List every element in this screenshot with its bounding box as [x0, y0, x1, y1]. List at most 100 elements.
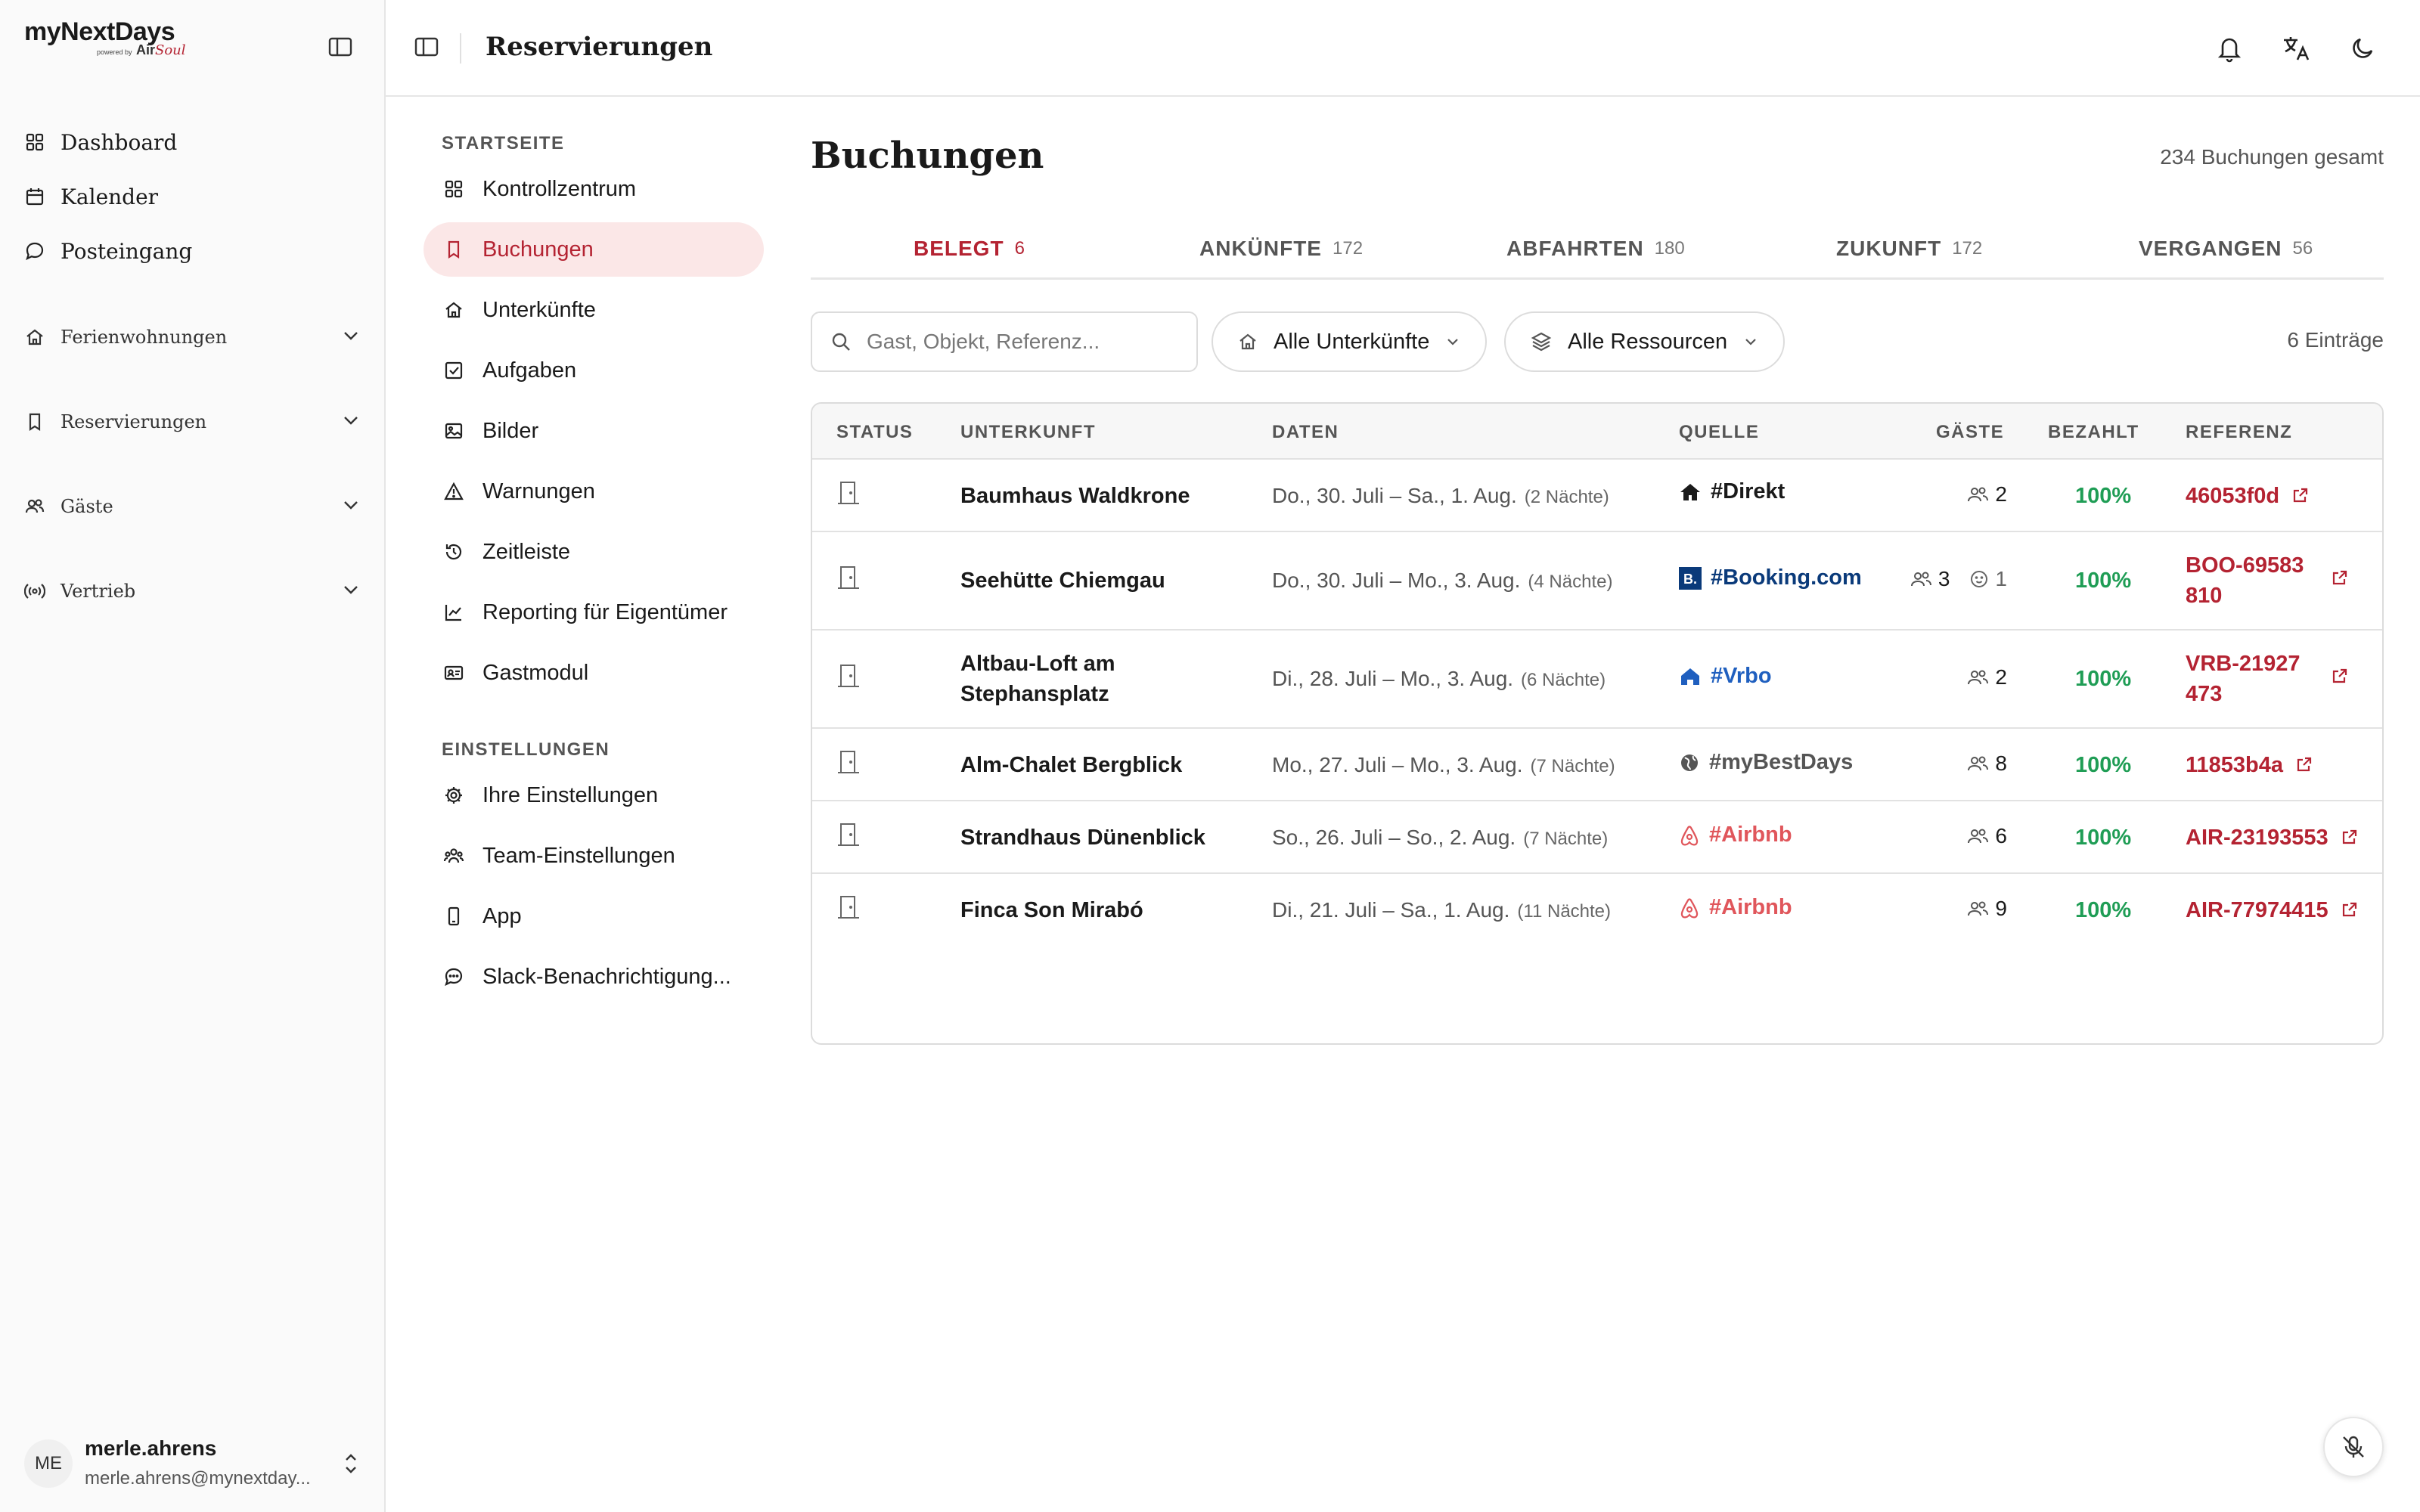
table-row[interactable]: Seehütte Chiemgau Do., 30. Juli – Mo., 3…: [812, 532, 2382, 631]
door-icon: [838, 482, 859, 504]
sidebar-item-posteingang[interactable]: Posteingang: [24, 224, 361, 278]
bell-icon[interactable]: [2213, 32, 2246, 65]
column-header-status[interactable]: STATUS: [836, 422, 913, 443]
filter-unterkuenfte[interactable]: Alle Unterkünfte: [1212, 311, 1488, 372]
cell-gaeste: 9: [1966, 897, 2007, 921]
column-header-quelle[interactable]: QUELLE: [1679, 422, 1759, 443]
tab-count: 172: [1333, 238, 1364, 259]
cell-bezahlt: 100%: [2075, 484, 2132, 508]
subnav-item-warnungen[interactable]: Warnungen: [424, 464, 764, 519]
subnav-item-zeitleiste[interactable]: Zeitleiste: [424, 525, 764, 579]
house-icon: [1239, 333, 1256, 350]
search-box[interactable]: [811, 311, 1198, 372]
booking-logo-icon: B.: [1679, 566, 1702, 590]
cell-referenz-link[interactable]: BOO-69583810: [2186, 550, 2361, 611]
app-logo[interactable]: myNextDays powered by AirSoul: [24, 17, 191, 65]
table-row[interactable]: Baumhaus Waldkrone Do., 30. Juli – Sa., …: [812, 460, 2382, 532]
tab-label: ANKÜNFTE: [1199, 237, 1322, 260]
cell-daten: Do., 30. Juli – Sa., 1. Aug. (2 Nächte): [1272, 484, 1609, 507]
airbnb-icon: [1680, 825, 1699, 845]
sidebar-group-label: Ferienwohnungen: [60, 327, 228, 348]
chevrons-up-down-icon: [346, 1454, 356, 1473]
tab-zukunft[interactable]: ZUKUNFT 172: [1836, 218, 1982, 280]
table-row[interactable]: Alm-Chalet Bergblick Mo., 27. Juli – Mo.…: [812, 729, 2382, 801]
moon-icon[interactable]: [2346, 32, 2379, 65]
filter-label: Alle Unterkünfte: [1274, 329, 1430, 354]
calendar-icon: [26, 188, 44, 206]
subnav-item-team-einstellungen[interactable]: Team-Einstellungen: [424, 829, 764, 883]
sidebar-group-gaeste[interactable]: Gäste: [24, 464, 361, 549]
external-link-icon: [2332, 570, 2347, 585]
tab-abfahrten[interactable]: ABFAHRTEN 180: [1506, 218, 1685, 280]
logo-brand: AirSoul: [136, 42, 186, 58]
subnav-item-bilder[interactable]: Bilder: [424, 404, 764, 458]
microphone-off-button[interactable]: [2323, 1417, 2384, 1477]
cell-gaeste: 2: [1966, 665, 2007, 689]
column-header-referenz[interactable]: REFERENZ: [2186, 422, 2292, 443]
column-header-unterkunft[interactable]: UNTERKUNFT: [960, 422, 1096, 443]
sidebar-item-kalender[interactable]: Kalender: [24, 169, 361, 224]
subnav-item-slack[interactable]: Slack-Benachrichtigung...: [424, 950, 764, 1004]
tab-vergangen[interactable]: VERGANGEN 56: [2139, 218, 2313, 280]
door-icon: [838, 751, 859, 773]
grid-icon: [445, 180, 463, 198]
tab-count: 180: [1654, 238, 1685, 259]
cell-referenz-link[interactable]: AIR-23193553: [2186, 823, 2361, 853]
cell-bezahlt: 100%: [2075, 898, 2132, 922]
cell-referenz-link[interactable]: 11853b4a: [2186, 750, 2361, 780]
sidebar-group-label: Gäste: [60, 496, 113, 517]
sidebar-group-vertrieb[interactable]: Vertrieb: [24, 549, 361, 634]
cell-unterkunft[interactable]: Alm-Chalet Bergblick: [960, 750, 1233, 780]
user-menu[interactable]: ME merle.ahrens merle.ahrens@mynextday..…: [24, 1432, 361, 1495]
subnav-item-ihre-einstellungen[interactable]: Ihre Einstellungen: [424, 768, 764, 823]
subnav-item-label: Kontrollzentrum: [482, 176, 637, 201]
cell-referenz-link[interactable]: 46053f0d: [2186, 481, 2361, 511]
layers-icon: [1531, 332, 1552, 352]
sidebar-toggle-icon[interactable]: [328, 36, 352, 57]
column-header-bezahlt[interactable]: BEZAHLT: [2048, 422, 2139, 443]
sidebar-item-label: Posteingang: [60, 238, 193, 264]
panel-toggle-icon[interactable]: [414, 36, 439, 57]
tab-belegt[interactable]: BELEGT 6: [914, 218, 1025, 280]
external-link-icon: [2342, 829, 2356, 844]
tab-ankuenfte[interactable]: ANKÜNFTE 172: [1199, 218, 1363, 280]
search-input[interactable]: [867, 330, 1169, 354]
cell-unterkunft[interactable]: Seehütte Chiemgau: [960, 565, 1233, 596]
table-row[interactable]: Altbau-Loft am Stephansplatz Di., 28. Ju…: [812, 631, 2382, 729]
tab-label: ABFAHRTEN: [1506, 237, 1644, 260]
section-label-einstellungen: EINSTELLUNGEN: [442, 739, 610, 760]
column-header-gaeste[interactable]: GÄSTE: [1936, 422, 2004, 443]
subnav-item-unterkuenfte[interactable]: Unterkünfte: [424, 283, 764, 337]
filter-ressourcen[interactable]: Alle Ressourcen: [1504, 311, 1786, 372]
avatar: ME: [24, 1439, 73, 1488]
cell-quelle: B. #Booking.com: [1679, 565, 1862, 590]
table-row[interactable]: Strandhaus Dünenblick So., 26. Juli – So…: [812, 801, 2382, 874]
subnav-item-app[interactable]: App: [424, 889, 764, 943]
cell-unterkunft[interactable]: Strandhaus Dünenblick: [960, 823, 1233, 853]
sidebar-main-nav: Dashboard Kalender Posteingang Ferienwoh…: [24, 115, 361, 634]
subnav-item-buchungen[interactable]: Buchungen: [424, 222, 764, 277]
subnav-item-aufgaben[interactable]: Aufgaben: [424, 343, 764, 398]
cell-unterkunft[interactable]: Baumhaus Waldkrone: [960, 481, 1233, 511]
translate-icon[interactable]: [2279, 32, 2313, 65]
column-header-daten[interactable]: DATEN: [1272, 422, 1339, 443]
subnav-item-gastmodul[interactable]: Gastmodul: [424, 646, 764, 700]
cell-referenz-link[interactable]: AIR-77974415: [2186, 895, 2361, 925]
subnav-item-reporting[interactable]: Reporting für Eigentümer: [424, 585, 764, 640]
sidebar-group-reservierungen[interactable]: Reservierungen: [24, 380, 361, 464]
warning-icon: [444, 482, 464, 500]
bookmark-icon: [448, 240, 460, 259]
sidebar-item-dashboard[interactable]: Dashboard: [24, 115, 361, 169]
cell-unterkunft[interactable]: Finca Son Mirabó: [960, 895, 1233, 925]
sidebar-item-label: Kalender: [60, 184, 159, 209]
subnav-item-kontrollzentrum[interactable]: Kontrollzentrum: [424, 162, 764, 216]
logo-powered-by: powered by: [97, 48, 132, 56]
cell-unterkunft[interactable]: Altbau-Loft am Stephansplatz: [960, 649, 1157, 709]
sidebar-group-ferienwohnungen[interactable]: Ferienwohnungen: [24, 295, 361, 380]
cell-referenz-link[interactable]: VRB-21927473: [2186, 649, 2361, 709]
page-title: Reservierungen: [486, 32, 713, 62]
phone-icon: [448, 906, 460, 926]
table-row[interactable]: Finca Son Mirabó Di., 21. Juli – Sa., 1.…: [812, 874, 2382, 947]
cell-bezahlt: 100%: [2075, 667, 2132, 691]
subnav-item-label: Warnungen: [482, 479, 595, 503]
